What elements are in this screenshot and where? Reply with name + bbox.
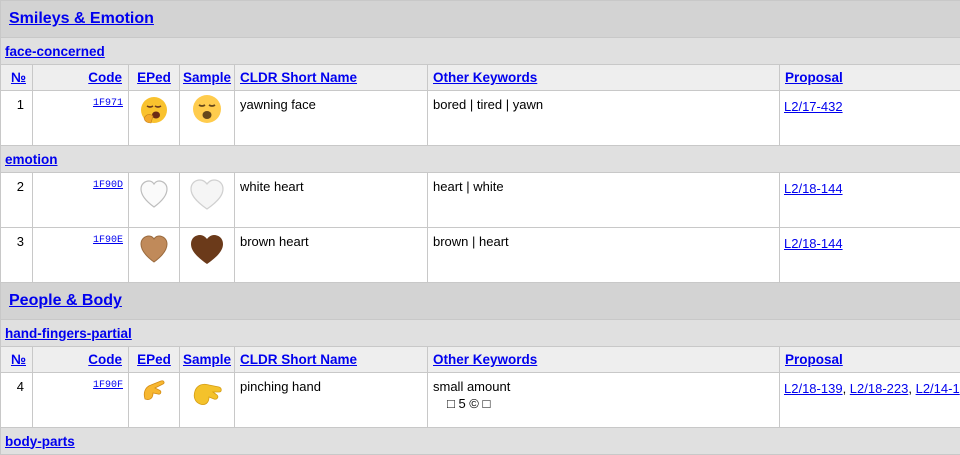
row-number: 3 — [1, 228, 33, 283]
proposal-cell: L2/18-144 — [780, 173, 960, 228]
col-keywords-link[interactable]: Other Keywords — [433, 352, 537, 367]
keywords: small amount □ 5 © □ — [428, 373, 780, 428]
col-eped-link[interactable]: EPed — [137, 352, 171, 367]
col-name-link[interactable]: CLDR Short Name — [240, 352, 357, 367]
code-link[interactable]: 1F90F — [93, 380, 123, 391]
subgroup-header: body-parts — [1, 428, 960, 455]
keywords: bored | tired | yawn — [428, 91, 780, 146]
proposal-link[interactable]: L2/17-432 — [784, 99, 843, 114]
col-code-link[interactable]: Code — [88, 70, 122, 85]
row-number: 2 — [1, 173, 33, 228]
col-proposal-link[interactable]: Proposal — [785, 352, 843, 367]
table-row: 4 1F90F pinching hand small amount □ 5 ©… — [1, 373, 960, 428]
col-sample-link[interactable]: Sample — [183, 70, 231, 85]
code-link[interactable]: 1F90D — [93, 180, 123, 191]
short-name: white heart — [235, 173, 428, 228]
emoji-table: Smileys & Emotion face-concerned № Code … — [0, 0, 960, 455]
col-code-link[interactable]: Code — [88, 352, 122, 367]
table-row: 2 1F90D white heart heart | white L2/18-… — [1, 173, 960, 228]
proposal-link[interactable]: L2/18-144 — [784, 181, 843, 196]
proposal-link[interactable]: L2/18-223 — [850, 381, 909, 396]
yawning-face-icon — [129, 91, 180, 146]
brown-heart-icon — [180, 228, 235, 283]
subgroup-link-hand-fingers-partial[interactable]: hand-fingers-partial — [5, 326, 132, 341]
section-link-smileys-emotion[interactable]: Smileys & Emotion — [9, 10, 154, 27]
subgroup-link-body-parts[interactable]: body-parts — [5, 434, 75, 449]
white-heart-icon — [129, 173, 180, 228]
keywords: heart | white — [428, 173, 780, 228]
col-num-link[interactable]: № — [11, 70, 26, 85]
subgroup-link-emotion[interactable]: emotion — [5, 152, 58, 167]
pinching-hand-icon — [180, 373, 235, 428]
subgroup-link-face-concerned[interactable]: face-concerned — [5, 44, 105, 59]
short-name: brown heart — [235, 228, 428, 283]
col-name-link[interactable]: CLDR Short Name — [240, 70, 357, 85]
row-number: 1 — [1, 91, 33, 146]
code-link[interactable]: 1F90E — [93, 235, 123, 246]
short-name: pinching hand — [235, 373, 428, 428]
table-row: 1 1F971 yawning face bored | tired | yaw… — [1, 91, 960, 146]
col-eped-link[interactable]: EPed — [137, 70, 171, 85]
yawning-face-icon — [180, 91, 235, 146]
short-name: yawning face — [235, 91, 428, 146]
proposal-cell: L2/17-432 — [780, 91, 960, 146]
keywords: brown | heart — [428, 228, 780, 283]
proposal-link[interactable]: L2/18-139 — [784, 381, 843, 396]
section-header: People & Body — [1, 283, 960, 320]
subgroup-header: face-concerned — [1, 38, 960, 65]
subgroup-header: emotion — [1, 146, 960, 173]
subgroup-header: hand-fingers-partial — [1, 320, 960, 347]
proposal-cell: L2/18-144 — [780, 228, 960, 283]
col-num-link[interactable]: № — [11, 352, 26, 367]
col-keywords-link[interactable]: Other Keywords — [433, 70, 537, 85]
proposal-link[interactable]: L2/18-144 — [784, 236, 843, 251]
keywords-extra: □ 5 © □ — [433, 396, 779, 411]
proposal-cell: L2/18-139, L2/18-223, L2/14-1 — [780, 373, 960, 428]
table-row: 3 1F90E brown heart brown | heart L2/18-… — [1, 228, 960, 283]
white-heart-icon — [180, 173, 235, 228]
row-number: 4 — [1, 373, 33, 428]
proposal-link[interactable]: L2/14-1 — [916, 381, 960, 396]
code-link[interactable]: 1F971 — [93, 98, 123, 109]
section-link-people-body[interactable]: People & Body — [9, 292, 122, 309]
pinching-hand-icon — [129, 373, 180, 428]
keywords-text: small amount — [433, 379, 510, 394]
col-sample-link[interactable]: Sample — [183, 352, 231, 367]
column-header-row: № Code EPed Sample CLDR Short Name Other… — [1, 65, 960, 91]
column-header-row: № Code EPed Sample CLDR Short Name Other… — [1, 347, 960, 373]
brown-heart-icon — [129, 228, 180, 283]
col-proposal-link[interactable]: Proposal — [785, 70, 843, 85]
section-header: Smileys & Emotion — [1, 1, 960, 38]
